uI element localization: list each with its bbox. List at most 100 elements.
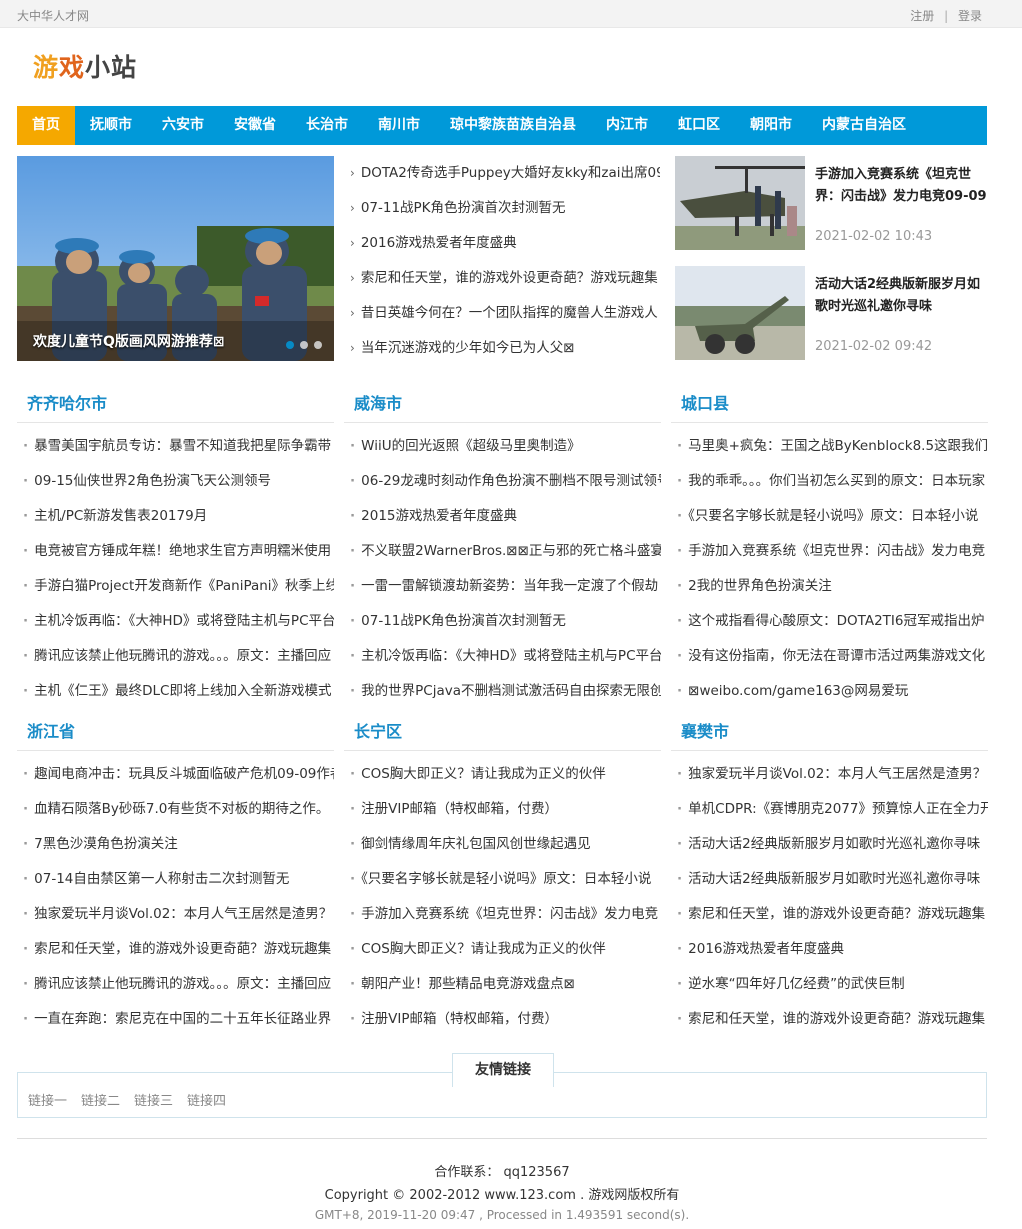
list-item[interactable]: 腾讯应该禁止他玩腾讯的游戏。。。原文：主播回应: [17, 641, 334, 676]
pic-news-title[interactable]: 手游加入竞赛系统《坦克世界：闪击战》发力电竞09-09作者：游戏小站: [815, 164, 987, 210]
footer-copyright: Copyright © 2002-2012 www.123.com . 游戏网版…: [324, 1188, 680, 1203]
list-item[interactable]: 活动大话2经典版新服岁月如歌时光巡礼邀你寻味: [671, 864, 988, 899]
top-news-item[interactable]: 当年沉迷游戏的少年如今已为人父⊠: [350, 333, 660, 368]
list-item[interactable]: 我的乖乖。。。你们当初怎么买到的原文：日本玩家: [671, 466, 988, 501]
list-item[interactable]: 2015游戏热爱者年度盛典: [344, 501, 661, 536]
list-item[interactable]: WiiU的回光返照《超级马里奥制造》: [344, 431, 661, 466]
site-name-link[interactable]: 大中华人才网: [17, 7, 89, 24]
section-title[interactable]: 齐齐哈尔市: [17, 385, 334, 423]
section-title[interactable]: 襄樊市: [671, 713, 988, 751]
list-item[interactable]: ⊠weibo.com/game163@网易爱玩: [671, 676, 988, 711]
news-section: 浙江省趣闻电商冲击：玩具反斗城面临破产危机09-09作者血精石陨落By砂砾7.0…: [17, 713, 334, 1039]
register-link[interactable]: 注册: [910, 9, 934, 23]
list-item[interactable]: COS胸大即正义？请让我成为正义的伙伴: [344, 934, 661, 969]
list-item[interactable]: 《只要名字够长就是轻小说吗》原文：日本轻小说: [344, 864, 661, 899]
section-title[interactable]: 浙江省: [17, 713, 334, 751]
list-item[interactable]: 单机CDPR:《赛博朋克2077》预算惊人正在全力开发: [671, 794, 988, 829]
featured-slider[interactable]: 欢度儿童节Q版画风网游推荐⊠: [17, 156, 334, 361]
list-item[interactable]: 趣闻电商冲击：玩具反斗城面临破产危机09-09作者: [17, 759, 334, 794]
list-item[interactable]: 索尼和任天堂，谁的游戏外设更奇葩？游戏玩趣集: [671, 899, 988, 934]
pic-news-time: 2021-02-02 10:43: [815, 229, 933, 244]
list-item[interactable]: 手游加入竞赛系统《坦克世界：闪击战》发力电竞: [344, 899, 661, 934]
friend-link[interactable]: 链接二: [81, 1094, 120, 1109]
list-item[interactable]: 逆水寒“四年好几亿经费”的武侠巨制: [671, 969, 988, 1004]
list-item[interactable]: 马里奥+疯兔：王国之战ByKenblock8.5这跟我们想的: [671, 431, 988, 466]
list-item[interactable]: 我的世界PCjava不删档测试激活码自由探索无限创造: [344, 676, 661, 711]
section-title[interactable]: 长宁区: [344, 713, 661, 751]
pic-news-time: 2021-02-02 09:42: [815, 339, 933, 354]
nav-item-home[interactable]: 首页: [17, 106, 75, 145]
list-item[interactable]: 09-15仙侠世界2角色扮演飞天公测领号: [17, 466, 334, 501]
list-item[interactable]: 一雷一雷解锁渡劫新姿势：当年我一定渡了个假劫: [344, 571, 661, 606]
list-item[interactable]: 06-29龙魂时刻动作角色扮演不删档不限号测试领号: [344, 466, 661, 501]
list-item[interactable]: 手游白猫Project开发商新作《PaniPani》秋季上线: [17, 571, 334, 606]
slider-dot-2[interactable]: [300, 341, 308, 349]
news-section: 襄樊市独家爱玩半月谈Vol.02：本月人气王居然是渣男？！单机CDPR:《赛博朋…: [671, 713, 988, 1039]
list-item[interactable]: 电竞被官方锤成年糕！绝地求生官方声明糯米使用: [17, 536, 334, 571]
site-logo[interactable]: 游戏小站: [33, 48, 137, 84]
top-news-item[interactable]: 2016游戏热爱者年度盛典: [350, 228, 660, 263]
slider-caption[interactable]: 欢度儿童节Q版画风网游推荐⊠: [33, 331, 225, 351]
list-item[interactable]: 朝阳产业！那些精品电竞游戏盘点⊠: [344, 969, 661, 1004]
friend-links-list: 链接一 链接二 链接三 链接四: [28, 1090, 240, 1109]
list-item[interactable]: 没有这份指南，你无法在哥谭市活过两集游戏文化: [671, 641, 988, 676]
list-item[interactable]: 暴雪美国宇航员专访：暴雪不知道我把星际争霸带: [17, 431, 334, 466]
nav-item[interactable]: 虹口区: [663, 106, 735, 145]
top-news-item[interactable]: 07-11战PK角色扮演首次封测暂无: [350, 193, 660, 228]
list-item[interactable]: 不义联盟2WarnerBros.⊠⊠正与邪的死亡格斗盛宴: [344, 536, 661, 571]
nav-item[interactable]: 抚顺市: [75, 106, 147, 145]
section-title[interactable]: 威海市: [344, 385, 661, 423]
section-title[interactable]: 城口县: [671, 385, 988, 423]
list-item[interactable]: COS胸大即正义？请让我成为正义的伙伴: [344, 759, 661, 794]
slider-dot-3[interactable]: [314, 341, 322, 349]
pic-news-title[interactable]: 活动大话2经典版新服岁月如歌时光巡礼邀你寻味: [815, 274, 987, 320]
helicopter-thumbnail[interactable]: [675, 156, 805, 250]
list-item[interactable]: 腾讯应该禁止他玩腾讯的游戏。。。原文：主播回应: [17, 969, 334, 1004]
top-news-item[interactable]: 昔日英雄今何在？一个团队指挥的魔兽人生游戏人: [350, 298, 660, 333]
list-item[interactable]: 2016游戏热爱者年度盛典: [671, 934, 988, 969]
nav-item[interactable]: 南川市: [363, 106, 435, 145]
list-item[interactable]: 注册VIP邮箱（特权邮箱，付费）: [344, 1004, 661, 1039]
list-item[interactable]: 这个戒指看得心酸原文：DOTA2TI6冠军戒指出炉: [671, 606, 988, 641]
logo-char-2: 戏: [59, 53, 86, 82]
list-item[interactable]: 注册VIP邮箱（特权邮箱，付费）: [344, 794, 661, 829]
list-item[interactable]: 独家爱玩半月谈Vol.02：本月人气王居然是渣男？！: [17, 899, 334, 934]
list-item[interactable]: 主机/PC新游发售表20179月: [17, 501, 334, 536]
nav-item[interactable]: 安徽省: [219, 106, 291, 145]
nav-item[interactable]: 长治市: [291, 106, 363, 145]
pic-news-item-1[interactable]: 手游加入竞赛系统《坦克世界：闪击战》发力电竞09-09作者：游戏小站 2021-…: [675, 156, 987, 250]
nav-item[interactable]: 内蒙古自治区: [807, 106, 921, 145]
list-item[interactable]: 索尼和任天堂，谁的游戏外设更奇葩？游戏玩趣集: [671, 1004, 988, 1039]
section-list: 马里奥+疯兔：王国之战ByKenblock8.5这跟我们想的我的乖乖。。。你们当…: [671, 431, 988, 711]
list-item[interactable]: 御剑情缘周年庆礼包国风创世缘起遇见: [344, 829, 661, 864]
slider-dot-1[interactable]: [286, 341, 294, 349]
nav-item[interactable]: 朝阳市: [735, 106, 807, 145]
top-news-item[interactable]: DOTA2传奇选手Puppey大婚好友kky和zai出席09: [350, 158, 660, 193]
list-item[interactable]: 2我的世界角色扮演关注: [671, 571, 988, 606]
list-item[interactable]: 血精石陨落By砂砾7.0有些货不对板的期待之作。: [17, 794, 334, 829]
nav-item[interactable]: 六安市: [147, 106, 219, 145]
list-item[interactable]: 主机冷饭再临：《大神HD》或将登陆主机与PC平台: [17, 606, 334, 641]
list-item[interactable]: 主机冷饭再临：《大神HD》或将登陆主机与PC平台: [344, 641, 661, 676]
list-item[interactable]: 07-11战PK角色扮演首次封测暂无: [344, 606, 661, 641]
pic-news-item-2[interactable]: 活动大话2经典版新服岁月如歌时光巡礼邀你寻味 2021-02-02 09:42: [675, 266, 987, 360]
list-item[interactable]: 索尼和任天堂，谁的游戏外设更奇葩？游戏玩趣集: [17, 934, 334, 969]
friend-link[interactable]: 链接三: [134, 1094, 173, 1109]
list-item[interactable]: 《只要名字够长就是轻小说吗》原文：日本轻小说: [671, 501, 988, 536]
nav-item[interactable]: 琼中黎族苗族自治县: [435, 106, 591, 145]
section-list: 趣闻电商冲击：玩具反斗城面临破产危机09-09作者血精石陨落By砂砾7.0有些货…: [17, 759, 334, 1039]
friend-link[interactable]: 链接一: [28, 1094, 67, 1109]
login-link[interactable]: 登录: [958, 9, 982, 23]
list-item[interactable]: 7黑色沙漠角色扮演关注: [17, 829, 334, 864]
friend-link[interactable]: 链接四: [187, 1094, 226, 1109]
list-item[interactable]: 活动大话2经典版新服岁月如歌时光巡礼邀你寻味: [671, 829, 988, 864]
list-item[interactable]: 手游加入竞赛系统《坦克世界：闪击战》发力电竞: [671, 536, 988, 571]
list-item[interactable]: 07-14自由禁区第一人称射击二次封测暂无: [17, 864, 334, 899]
nav-item[interactable]: 内江市: [591, 106, 663, 145]
list-item[interactable]: 主机《仁王》最终DLC即将上线加入全新游戏模式: [17, 676, 334, 711]
top-news-item[interactable]: 索尼和任天堂，谁的游戏外设更奇葩？游戏玩趣集: [350, 263, 660, 298]
artillery-thumbnail[interactable]: [675, 266, 805, 360]
news-section: 威海市 WiiU的回光返照《超级马里奥制造》06-29龙魂时刻动作角色扮演不删档不…: [344, 385, 661, 711]
list-item[interactable]: 独家爱玩半月谈Vol.02：本月人气王居然是渣男？！: [671, 759, 988, 794]
list-item[interactable]: 一直在奔跑：索尼克在中国的二十五年长征路业界: [17, 1004, 334, 1039]
